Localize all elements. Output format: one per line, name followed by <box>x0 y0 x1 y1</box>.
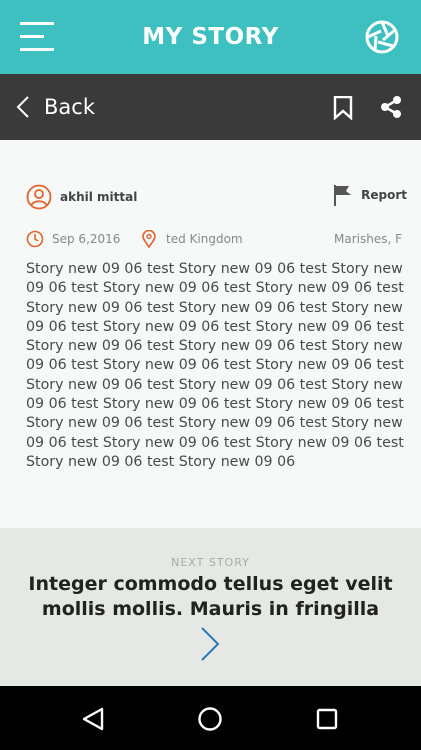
nav-recent-apps-icon[interactable] <box>316 708 338 730</box>
report-button[interactable]: Report <box>333 184 407 206</box>
back-button[interactable]: Back <box>16 95 95 119</box>
location-text: ted Kingdom <box>166 232 243 246</box>
chevron-right-icon[interactable] <box>198 626 222 662</box>
user-icon <box>26 184 52 210</box>
flag-icon <box>334 185 352 206</box>
toolbar: Back <box>0 74 421 140</box>
author[interactable]: akhil mittal <box>26 184 137 210</box>
menu-icon[interactable] <box>20 22 54 52</box>
next-story-title[interactable]: Integer commodo tellus eget velit mollis… <box>20 572 401 622</box>
story-location: ted Kingdom <box>142 230 243 248</box>
location-pin-icon <box>142 230 156 248</box>
app-header: MY STORY <box>0 0 421 74</box>
nav-back-icon[interactable] <box>80 706 106 732</box>
nav-home-icon[interactable] <box>197 706 223 732</box>
story-date: Sep 6,2016 <box>26 230 120 248</box>
location-extra-text: Marishes, F <box>334 232 402 246</box>
clock-icon <box>26 230 44 248</box>
story-content: akhil mittal Report Sep 6,2016 ted Kingd… <box>0 140 421 528</box>
author-name: akhil mittal <box>60 190 138 204</box>
aperture-icon[interactable] <box>365 20 399 54</box>
page-title: MY STORY <box>142 24 279 50</box>
report-label: Report <box>361 188 407 202</box>
next-story-label: NEXT STORY <box>171 556 250 569</box>
share-icon[interactable] <box>379 95 403 119</box>
next-story-panel[interactable]: NEXT STORY Integer commodo tellus eget v… <box>0 528 421 686</box>
date-text: Sep 6,2016 <box>52 232 121 246</box>
chevron-left-icon <box>16 96 29 118</box>
back-label: Back <box>44 95 95 119</box>
system-nav-bar <box>0 686 421 750</box>
story-body: Story new 09 06 test Story new 09 06 tes… <box>26 261 404 470</box>
bookmark-icon[interactable] <box>333 96 353 120</box>
